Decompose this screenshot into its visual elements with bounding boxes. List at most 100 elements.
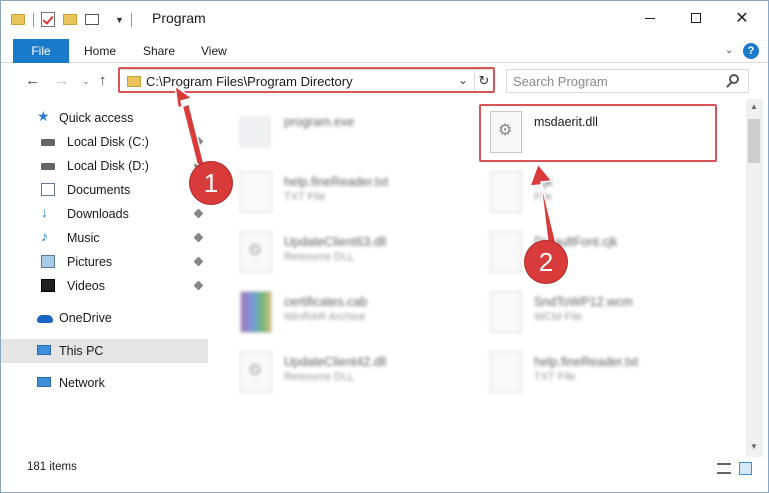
- close-icon: ✕: [735, 10, 749, 27]
- list-item[interactable]: UpdateClient63.dll Resource DLL: [230, 225, 480, 281]
- file-type: File: [534, 191, 552, 203]
- sidebar-item-label: Local Disk (C:): [67, 135, 149, 149]
- sidebar-item-videos[interactable]: Videos: [1, 274, 208, 298]
- pin-icon[interactable]: [193, 208, 204, 219]
- address-dropdown-icon[interactable]: ⌄: [458, 73, 468, 87]
- up-arrow-icon[interactable]: ↑: [99, 72, 107, 89]
- new-folder-icon[interactable]: [63, 14, 77, 25]
- archive-icon: [240, 291, 272, 333]
- file-name: help.fineReader.txt: [284, 175, 389, 189]
- ribbon: File Home Share View ⌄ ?: [1, 35, 768, 63]
- search-box[interactable]: [506, 69, 749, 93]
- forward-arrow-icon[interactable]: →: [54, 72, 69, 89]
- sidebar-item-local-disk-c[interactable]: Local Disk (C:): [1, 130, 208, 154]
- file-name: .cjk: [534, 175, 553, 189]
- maximize-icon: [691, 13, 701, 23]
- status-bar: 181 items: [1, 457, 768, 492]
- step-1-badge: 1: [190, 162, 232, 204]
- file-name: program.exe: [284, 115, 355, 129]
- sidebar-item-network[interactable]: Network: [1, 371, 208, 395]
- sidebar-item-downloads[interactable]: ↓ Downloads: [1, 202, 208, 226]
- computer-icon: [37, 345, 51, 355]
- explorer-window: ▼ Program ✕ File Home Share View ⌄ ? ← →…: [0, 0, 769, 493]
- maximize-button[interactable]: [673, 1, 719, 35]
- drive-icon: [41, 139, 55, 146]
- sidebar-item-label: Downloads: [67, 207, 129, 221]
- file-name: certificates.cab: [284, 295, 368, 309]
- search-icon[interactable]: [729, 74, 739, 84]
- item-count: 181 items: [27, 461, 77, 473]
- sidebar-item-music[interactable]: ♪ Music: [1, 226, 208, 250]
- navigation-pane: ★ Quick access Local Disk (C:) Local Dis…: [1, 99, 208, 457]
- pin-icon[interactable]: [193, 256, 204, 267]
- chevron-down-icon[interactable]: ⌄: [725, 45, 733, 56]
- dll-file-icon: [240, 231, 272, 273]
- sidebar-item-label: OneDrive: [59, 311, 112, 325]
- dll-file-icon: [240, 351, 272, 393]
- back-arrow-icon[interactable]: ←: [25, 72, 40, 89]
- recent-locations-icon[interactable]: ⌄: [82, 76, 90, 87]
- list-item[interactable]: msdaerit.dll: [480, 105, 730, 161]
- exe-file-icon: [240, 117, 270, 147]
- list-item[interactable]: certificates.cab WinRAR Archive: [230, 285, 480, 341]
- sidebar-item-documents[interactable]: Documents: [1, 178, 208, 202]
- address-path[interactable]: C:\Program Files\Program Directory: [146, 74, 353, 89]
- file-name: help.fineReader.txt: [534, 355, 639, 369]
- quick-access-dropdown-icon[interactable]: ▼: [115, 15, 124, 31]
- file-name: UpdateClient63.dll: [284, 235, 387, 249]
- file-type: WinRAR Archive: [284, 311, 366, 323]
- folder-icon: [127, 76, 141, 87]
- file-type: TXT File: [284, 191, 326, 203]
- scrollbar-thumb[interactable]: [748, 119, 760, 163]
- file-list: program.exe msdaerit.dll help.fineReader…: [208, 99, 746, 457]
- sidebar-item-label: Quick access: [59, 111, 134, 125]
- properties-icon[interactable]: [85, 14, 99, 25]
- pin-icon[interactable]: [193, 280, 204, 291]
- sidebar-item-onedrive[interactable]: OneDrive: [1, 306, 208, 330]
- sidebar-item-quick-access[interactable]: ★ Quick access: [1, 106, 208, 130]
- close-button[interactable]: ✕: [719, 1, 765, 35]
- sidebar-item-label: Pictures: [67, 255, 113, 269]
- large-icons-view-icon[interactable]: [739, 462, 752, 475]
- sidebar-item-label: This PC: [59, 344, 104, 358]
- scroll-up-icon[interactable]: ▲: [750, 102, 758, 111]
- pictures-icon: [41, 255, 55, 268]
- list-item[interactable]: help.fineReader.txt TXT File: [230, 165, 480, 221]
- music-note-icon: ♪: [41, 228, 48, 244]
- list-item[interactable]: UpdateClient42.dll Resource DLL: [230, 345, 480, 401]
- address-bar[interactable]: C:\Program Files\Program Directory ⌄ ↻: [119, 69, 494, 93]
- list-item[interactable]: SndToWP12.wcm WCM File: [480, 285, 730, 341]
- folder-icon[interactable]: [11, 14, 25, 25]
- dll-file-icon: [490, 111, 522, 153]
- file-icon: [490, 231, 522, 273]
- list-item[interactable]: .cjk File: [480, 165, 730, 221]
- scroll-down-icon[interactable]: ▼: [750, 442, 758, 451]
- pin-icon[interactable]: [193, 232, 204, 243]
- help-icon[interactable]: ?: [743, 43, 759, 59]
- list-item[interactable]: DefaultFont.cjk: [480, 225, 730, 281]
- step-2-badge: 2: [525, 241, 567, 283]
- properties-check-icon[interactable]: [41, 12, 55, 27]
- list-item[interactable]: program.exe: [230, 105, 480, 161]
- network-icon: [37, 377, 51, 387]
- list-item[interactable]: help.fineReader.txt TXT File: [480, 345, 730, 401]
- film-strip-icon: [41, 279, 55, 292]
- star-icon: ★: [37, 108, 50, 124]
- sidebar-item-label: Videos: [67, 279, 105, 293]
- tab-file[interactable]: File: [13, 39, 69, 63]
- search-input[interactable]: [513, 73, 723, 89]
- tab-view[interactable]: View: [193, 39, 235, 63]
- details-view-icon[interactable]: [717, 463, 731, 474]
- address-row: ← → ⌄ ↑ C:\Program Files\Program Directo…: [1, 63, 768, 99]
- sidebar-item-this-pc[interactable]: This PC: [1, 339, 208, 363]
- vertical-scrollbar[interactable]: ▲ ▼: [746, 99, 763, 457]
- pin-icon[interactable]: [193, 136, 204, 147]
- refresh-icon[interactable]: ↻: [474, 71, 493, 91]
- file-name: UpdateClient42.dll: [284, 355, 387, 369]
- sidebar-item-local-disk-d[interactable]: Local Disk (D:): [1, 154, 208, 178]
- minimize-button[interactable]: [627, 1, 673, 35]
- tab-home[interactable]: Home: [76, 39, 124, 63]
- tab-share[interactable]: Share: [135, 39, 183, 63]
- minimize-icon: [645, 17, 655, 19]
- sidebar-item-pictures[interactable]: Pictures: [1, 250, 208, 274]
